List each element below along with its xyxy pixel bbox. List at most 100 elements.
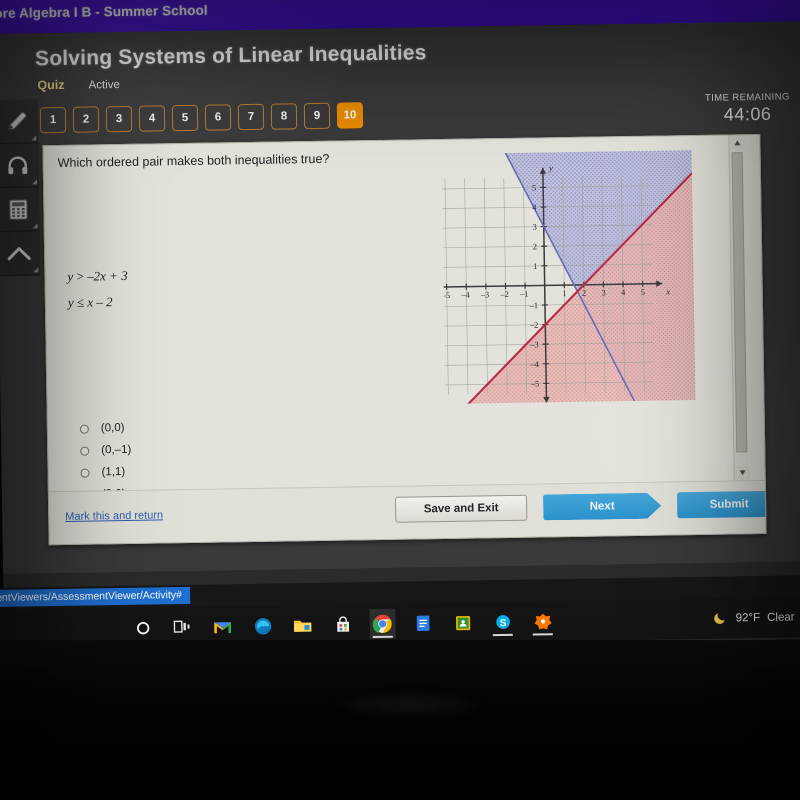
question-tab-5[interactable]: 5 [171, 104, 199, 132]
svg-text:y: y [548, 163, 553, 173]
question-tab-2[interactable]: 2 [72, 106, 100, 133]
inequality-system: y > –2x + 3 y ≤ x – 2 [67, 263, 128, 316]
calculator-tool[interactable] [0, 187, 40, 232]
answer-choice-1[interactable]: (0,–1) [80, 439, 131, 462]
svg-text:x: x [665, 286, 670, 296]
skype-icon[interactable]: S [489, 607, 515, 637]
inequality-1-lhs: y [67, 268, 74, 284]
assessment-app: Solving Systems of Linear Inequalities Q… [0, 21, 800, 574]
inequality-1-operator: > [76, 268, 84, 284]
svg-text:–4: –4 [460, 291, 470, 300]
audio-tool[interactable] [0, 143, 40, 188]
time-remaining: TIME REMAINING 44:06 [705, 92, 790, 126]
google-docs-icon[interactable] [409, 608, 435, 638]
up-arrow-icon [6, 241, 32, 265]
inequality-2: y ≤ x – 2 [68, 289, 129, 316]
radio-button-1[interactable] [80, 446, 90, 456]
time-remaining-value: 44:06 [723, 103, 772, 125]
question-tab-3[interactable]: 3 [105, 105, 133, 133]
tool-rail [0, 99, 41, 276]
course-title: ore Algebra I B - Summer School [0, 2, 208, 21]
save-and-exit-button[interactable]: Save and Exit [394, 494, 528, 523]
svg-text:3: 3 [601, 288, 605, 297]
inequality-1: y > –2x + 3 [67, 263, 128, 290]
moon-icon [713, 609, 729, 628]
answer-choice-label-0: (0,0) [100, 422, 125, 435]
cortana-icon[interactable] [129, 612, 155, 642]
question-tab-4[interactable]: 4 [138, 105, 166, 132]
activity-type-label: Quiz [37, 77, 65, 93]
scroll-up-button[interactable] [729, 135, 745, 151]
question-tab-1[interactable]: 1 [39, 106, 67, 134]
svg-text:–1: –1 [519, 290, 529, 299]
inequality-graph: –5 –4 –3 –2 –1 1 2 3 4 5 5 4 3 2 1 –1 –2 –3 –4 –5 x y [427, 150, 696, 409]
svg-text:–4: –4 [529, 360, 539, 369]
browser-status-url: entViewers/AssessmentViewer/Activity# [0, 586, 191, 607]
inequality-1-rhs: –2x + 3 [86, 267, 128, 284]
task-view-icon[interactable] [169, 612, 195, 642]
svg-text:–1: –1 [529, 301, 539, 310]
bezel-reflection [330, 690, 490, 720]
file-explorer-icon[interactable] [289, 610, 315, 640]
svg-text:2: 2 [533, 242, 537, 251]
gmail-icon[interactable] [209, 611, 235, 641]
graph-svg: –5 –4 –3 –2 –1 1 2 3 4 554321–1–2–3–4–5xy [427, 150, 696, 404]
page-title: Solving Systems of Linear Inequalities [34, 41, 427, 71]
question-tab-6[interactable]: 6 [204, 104, 232, 131]
headphones-icon [6, 153, 30, 177]
time-remaining-label: TIME REMAINING [704, 91, 790, 104]
screen-area: ore Algebra I B - Summer School Solving … [0, 0, 800, 652]
inequality-2-lhs: y [67, 294, 74, 310]
weather-temperature: 92°F [735, 611, 761, 625]
weather-widget[interactable]: 92°F Clear [712, 597, 795, 638]
pencil-icon [5, 109, 29, 133]
question-prompt: Which ordered pair makes both inequaliti… [57, 151, 330, 171]
highlighter-tool[interactable] [0, 99, 39, 144]
mark-and-return-link[interactable]: Mark this and return [65, 509, 163, 523]
svg-text:3: 3 [533, 223, 537, 232]
scrollbar-thumb[interactable] [731, 152, 748, 453]
svg-text:–3: –3 [480, 290, 490, 299]
question-tab-7[interactable]: 7 [237, 103, 265, 131]
avast-icon[interactable] [529, 606, 555, 636]
chevron-down-icon [739, 470, 746, 476]
windows-taskbar-area: entViewers/AssessmentViewer/Activity# S … [0, 575, 800, 650]
weather-condition: Clear [766, 611, 795, 624]
activity-state-label: Active [88, 79, 120, 92]
laptop-screen-photo: ore Algebra I B - Summer School Solving … [0, 0, 800, 800]
question-scroll-region: Which ordered pair makes both inequaliti… [43, 135, 750, 500]
collapse-tool[interactable] [0, 231, 41, 276]
card-footer: Mark this and return Save and Exit Next … [48, 479, 767, 545]
svg-text:–5: –5 [530, 379, 540, 388]
microsoft-store-icon[interactable] [329, 609, 355, 639]
radio-button-2[interactable] [80, 468, 90, 478]
answer-choice-0[interactable]: (0,0) [79, 417, 131, 440]
svg-text:–3: –3 [529, 340, 539, 349]
question-card: Which ordered pair makes both inequaliti… [42, 133, 767, 546]
edge-icon[interactable] [249, 611, 275, 641]
question-tab-10[interactable]: 10 [336, 102, 364, 129]
svg-text:–2: –2 [529, 321, 539, 330]
google-classroom-icon[interactable] [449, 607, 475, 637]
inequality-2-operator: ≤ [76, 294, 85, 310]
question-tab-9[interactable]: 9 [303, 102, 331, 130]
answer-choice-2[interactable]: (1,1) [80, 461, 131, 484]
chrome-icon[interactable] [369, 608, 396, 640]
question-tabs: 1 2 3 4 5 6 7 8 9 10 [39, 102, 364, 134]
laptop-bezel [0, 640, 800, 800]
svg-text:S: S [499, 618, 506, 629]
submit-button[interactable]: Submit [676, 490, 767, 519]
card-scrollbar[interactable] [728, 135, 750, 481]
svg-text:–5: –5 [442, 291, 450, 300]
calculator-icon [6, 197, 30, 221]
svg-text:1: 1 [562, 289, 566, 298]
question-tab-8[interactable]: 8 [270, 103, 298, 130]
inequality-2-rhs: x – 2 [87, 294, 113, 310]
answer-choice-label-1: (0,–1) [101, 443, 132, 457]
next-button[interactable]: Next [543, 493, 661, 521]
radio-button-0[interactable] [79, 424, 89, 434]
scroll-down-button[interactable] [734, 465, 750, 481]
svg-text:5: 5 [641, 288, 645, 297]
svg-text:1: 1 [533, 262, 537, 271]
activity-status-row: Quiz Active [37, 77, 120, 92]
